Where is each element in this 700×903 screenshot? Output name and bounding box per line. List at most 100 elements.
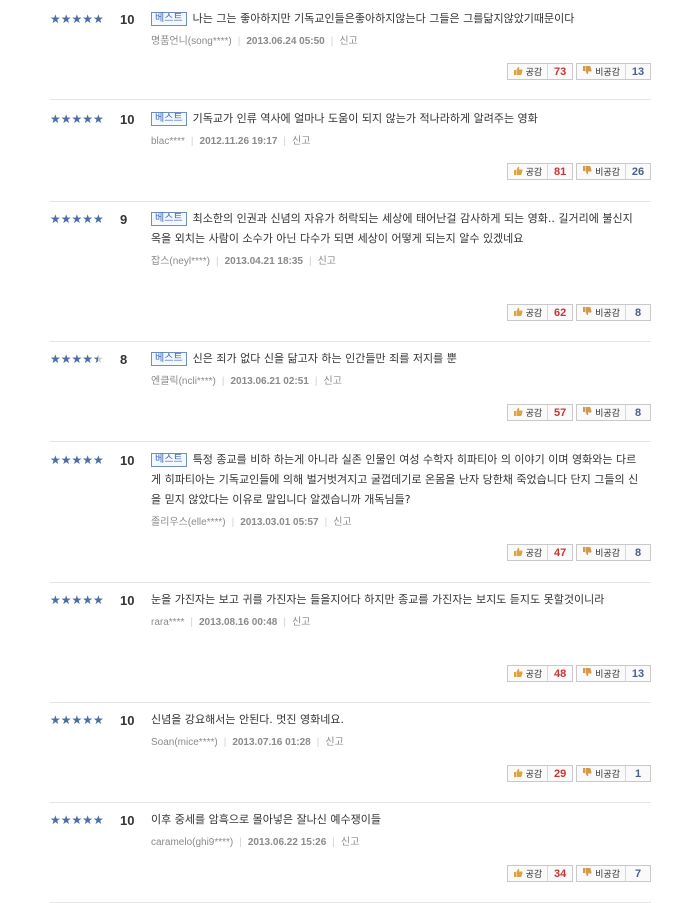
dislike-label: 비공감 xyxy=(577,305,626,320)
like-button[interactable]: 공감 81 xyxy=(506,163,574,180)
review-meta: 엔클릭(ncli****) | 2013.06.21 02:51 | 신고 xyxy=(151,372,641,387)
like-label: 공감 xyxy=(508,866,549,881)
report-link[interactable]: 신고 xyxy=(318,256,336,267)
report-link[interactable]: 신고 xyxy=(341,837,359,848)
review-text: 베스트 특정 종교를 비하 하는게 아니라 실존 인물인 여성 수학자 히파티아 … xyxy=(151,450,641,510)
report-link[interactable]: 신고 xyxy=(292,617,310,628)
divider: | xyxy=(309,256,312,267)
author-name[interactable]: 명품언니(song****) xyxy=(151,36,232,47)
like-button[interactable]: 공감 48 xyxy=(506,665,574,682)
rating: ★★★★★ ★★★★★ 10 xyxy=(50,592,134,608)
dislike-button[interactable]: 비공감 8 xyxy=(576,404,651,421)
dislike-button[interactable]: 비공감 1 xyxy=(576,765,651,782)
dislike-text: 비공감 xyxy=(595,870,620,880)
divider: | xyxy=(215,256,219,267)
author-name[interactable]: blac**** xyxy=(151,136,185,147)
rating-score: 10 xyxy=(120,592,135,608)
star-rating-icon: ★★★★★★★★★★ xyxy=(50,112,104,126)
like-text: 공감 xyxy=(525,409,543,419)
author-name[interactable]: 잡스(neyl****) xyxy=(151,256,210,267)
author-name[interactable]: 졸리우스(elle****) xyxy=(151,517,226,528)
review-item: ★★★★★ ★★★★★ 10 눈을 가진자는 보고 귀를 가진자는 들을지어다 하지만… xyxy=(50,592,651,703)
divider: | xyxy=(332,837,335,848)
dislike-label: 비공감 xyxy=(577,64,626,79)
rating: ★★★★★ ★★★★★ 10 xyxy=(50,812,134,828)
like-button[interactable]: 공감 47 xyxy=(506,544,574,561)
review-meta: rara**** | 2013.08.16 00:48 | 신고 xyxy=(151,613,641,628)
review-content: 신념을 강요해서는 안된다. 멋진 영화네요. xyxy=(151,713,345,726)
like-button[interactable]: 공감 62 xyxy=(506,304,574,321)
like-text: 공감 xyxy=(525,670,543,680)
like-button[interactable]: 공감 29 xyxy=(506,765,574,782)
star-rating-icon: ★★★★★★★★★★ xyxy=(50,453,104,467)
like-label: 공감 xyxy=(508,405,549,420)
report-link[interactable]: 신고 xyxy=(292,136,310,147)
thumbs-down-icon xyxy=(582,165,592,178)
thumbs-down-icon xyxy=(582,767,592,780)
review-meta: 졸리우스(elle****) | 2013.03.01 05:57 | 신고 xyxy=(151,513,641,528)
star-rating-icon: ★★★★★★★★★★ xyxy=(50,12,104,26)
dislike-text: 비공감 xyxy=(595,670,620,680)
dislike-label: 비공감 xyxy=(577,164,626,179)
review-text: 눈을 가진자는 보고 귀를 가진자는 들을지어다 하지만 종교를 가진자는 보지… xyxy=(151,590,641,610)
thumbs-up-icon xyxy=(513,407,523,419)
dislike-button[interactable]: 비공감 13 xyxy=(576,665,651,682)
thumbs-down-icon xyxy=(582,546,592,559)
thumbs-down-icon xyxy=(582,667,592,680)
report-link[interactable]: 신고 xyxy=(323,376,341,387)
dislike-text: 비공감 xyxy=(595,68,620,78)
divider: | xyxy=(223,737,227,748)
thumbs-down-icon xyxy=(582,306,592,319)
dislike-label: 비공감 xyxy=(577,666,626,681)
dislike-text: 비공감 xyxy=(595,770,620,780)
like-count: 81 xyxy=(554,165,567,178)
divider: | xyxy=(231,517,235,528)
dislike-count: 13 xyxy=(631,65,645,78)
dislike-label: 비공감 xyxy=(577,405,626,420)
review-meta: caramelo(ghi9****) | 2013.06.22 15:26 | 신고 xyxy=(151,833,641,848)
rating-score: 10 xyxy=(120,812,135,828)
dislike-button[interactable]: 비공감 26 xyxy=(576,163,651,180)
thumbs-up-icon xyxy=(513,547,523,559)
rating: ★★★★★ ★★★★★ 10 xyxy=(50,111,134,127)
divider: | xyxy=(239,837,242,848)
dislike-button[interactable]: 비공감 8 xyxy=(576,304,651,321)
best-badge: 베스트 xyxy=(151,453,187,467)
rating: ★★★★★ ★★★★★ 10 xyxy=(50,11,134,27)
thumbs-up-icon xyxy=(513,868,523,880)
dislike-button[interactable]: 비공감 13 xyxy=(576,63,651,80)
dislike-count: 8 xyxy=(634,546,642,559)
star-rating-icon: ★★★★★★★★★★ xyxy=(50,212,104,226)
author-name[interactable]: caramelo(ghi9****) xyxy=(151,837,233,848)
author-name[interactable]: rara**** xyxy=(151,617,184,628)
review-text: 베스트 나는 그는 좋아하지만 기독교인들은좋아하지않는다 그들은 그를닮지않았기… xyxy=(151,9,641,29)
like-label: 공감 xyxy=(508,545,549,560)
report-link[interactable]: 신고 xyxy=(333,517,351,528)
review-date: 2013.03.01 05:57 xyxy=(240,517,319,528)
rating: ★★★★★ ★★★★★ 9 xyxy=(50,211,127,227)
like-button[interactable]: 공감 34 xyxy=(506,865,574,882)
report-link[interactable]: 신고 xyxy=(325,737,343,748)
dislike-text: 비공감 xyxy=(595,549,620,559)
like-text: 공감 xyxy=(525,549,543,559)
divider: | xyxy=(190,136,194,147)
review-date: 2012.11.26 19:17 xyxy=(199,136,278,147)
rating: ★★★★★★★★★★ 8 xyxy=(50,351,127,367)
thumbs-down-icon xyxy=(582,406,592,419)
rating-score: 10 xyxy=(120,712,135,728)
divider: | xyxy=(237,36,241,47)
dislike-button[interactable]: 비공감 8 xyxy=(576,544,651,561)
rating-score: 10 xyxy=(120,452,135,468)
like-label: 공감 xyxy=(508,164,549,179)
dislike-button[interactable]: 비공감 7 xyxy=(576,865,651,882)
like-button[interactable]: 공감 73 xyxy=(506,63,574,80)
review-meta: 잡스(neyl****) | 2013.04.21 18:35 | 신고 xyxy=(151,252,641,267)
divider: | xyxy=(190,617,193,628)
author-name[interactable]: Soan(mice****) xyxy=(151,737,218,748)
report-link[interactable]: 신고 xyxy=(339,36,357,47)
like-button[interactable]: 공감 57 xyxy=(506,404,574,421)
author-name[interactable]: 엔클릭(ncli****) xyxy=(151,376,216,387)
review-text: 베스트 최소한의 인권과 신념의 자유가 허락되는 세상에 태어난걸 감사하게 되… xyxy=(151,209,641,249)
divider: | xyxy=(324,517,328,528)
like-text: 공감 xyxy=(525,168,543,178)
